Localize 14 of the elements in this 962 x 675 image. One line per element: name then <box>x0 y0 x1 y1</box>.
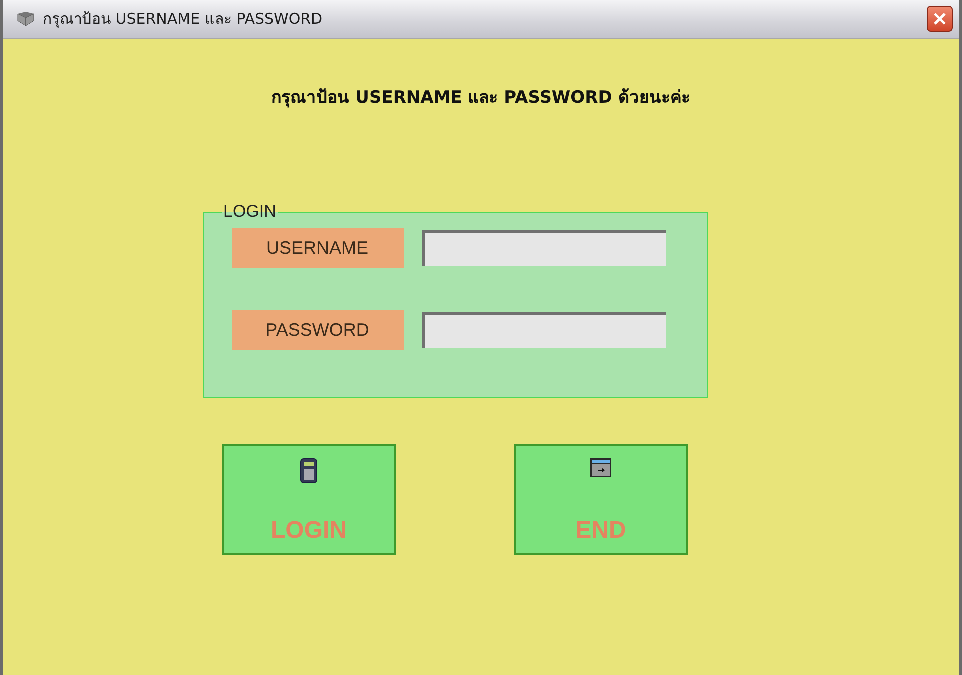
instruction-heading: กรุณาป้อน USERNAME และ PASSWORD ด้วยนะค่ะ <box>272 87 690 110</box>
end-button[interactable]: END <box>514 444 688 555</box>
login-button[interactable]: LOGIN <box>222 444 396 555</box>
input-field[interactable] <box>422 312 666 348</box>
calculator-icon <box>300 458 318 484</box>
field-label: USERNAME <box>232 228 404 268</box>
field-label: PASSWORD <box>232 310 404 350</box>
app-icon <box>17 11 35 27</box>
window-icon <box>590 458 612 478</box>
input-field[interactable] <box>422 230 666 266</box>
window-title: กรุณาป้อน USERNAME และ PASSWORD <box>43 9 324 30</box>
close-button[interactable] <box>927 6 953 32</box>
close-icon <box>933 12 947 26</box>
group-legend: LOGIN <box>222 202 278 222</box>
